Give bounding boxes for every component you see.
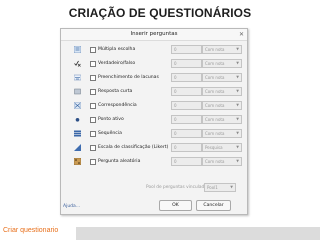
multiple-choice-icon: [74, 46, 81, 53]
count-field[interactable]: 0: [171, 87, 202, 96]
question-row-true-false: Verdadeiro/falso 0 Com nota ▼: [61, 57, 247, 71]
chevron-down-icon: ▼: [236, 61, 239, 65]
scoring-select[interactable]: Com nota ▼: [202, 129, 242, 138]
question-type-label: Correspondência: [98, 103, 137, 108]
checkbox[interactable]: [90, 103, 96, 109]
scoring-select[interactable]: Pesquisa ▼: [202, 143, 242, 152]
question-row-sequence: Sequência 0 Com nota ▼: [61, 127, 247, 141]
question-pool-label: Pool de perguntas vinculado:: [146, 185, 209, 190]
chevron-down-icon: ▼: [236, 145, 239, 149]
chevron-down-icon: ▼: [236, 89, 239, 93]
question-type-label: Ponto ativo: [98, 117, 124, 122]
checkbox[interactable]: [90, 89, 96, 95]
scoring-select[interactable]: Com nota ▼: [202, 157, 242, 166]
question-row-likert: Escala de classificação (Likert) 0 Pesqu…: [61, 141, 247, 155]
count-field[interactable]: 0: [171, 45, 202, 54]
checkbox[interactable]: [90, 159, 96, 165]
question-type-label: Preenchimento de lacunas: [98, 75, 159, 80]
checkbox[interactable]: [90, 75, 96, 81]
checkbox[interactable]: [90, 131, 96, 137]
short-answer-icon: [74, 88, 81, 95]
count-field[interactable]: 0: [171, 115, 202, 124]
checkbox[interactable]: [90, 47, 96, 53]
question-row-random: Pergunta aleatória 0 Com nota ▼: [61, 155, 247, 169]
question-type-label: Múltipla escolha: [98, 47, 136, 52]
scoring-select[interactable]: Com nota ▼: [202, 101, 242, 110]
scoring-select[interactable]: Com nota ▼: [202, 73, 242, 82]
chevron-down-icon: ▼: [236, 117, 239, 121]
question-type-label: Pergunta aleatória: [98, 159, 141, 164]
question-type-label: Escala de classificação (Likert): [98, 145, 169, 150]
ok-button[interactable]: OK: [159, 200, 192, 211]
matching-icon: [74, 102, 81, 109]
chevron-down-icon: ▼: [236, 131, 239, 135]
scoring-select[interactable]: Com nota ▼: [202, 87, 242, 96]
sequence-icon: [74, 130, 81, 137]
bottom-caption: Criar questionario: [3, 227, 59, 234]
chevron-down-icon: ▼: [236, 75, 239, 79]
checkbox[interactable]: [90, 61, 96, 67]
chevron-down-icon: ▼: [236, 47, 239, 51]
help-link[interactable]: Ajuda...: [63, 204, 80, 209]
question-type-label: Sequência: [98, 131, 122, 136]
count-field[interactable]: 0: [171, 59, 202, 68]
chevron-down-icon: ▼: [230, 185, 233, 189]
dialog-title: Inserir perguntas: [61, 29, 247, 41]
scoring-select[interactable]: Com nota ▼: [202, 59, 242, 68]
true-false-icon: [74, 60, 81, 67]
insert-questions-dialog: Inserir perguntas ✕ Múltipla escolha 0 C…: [60, 28, 248, 215]
count-field[interactable]: 0: [171, 129, 202, 138]
random-question-icon: [74, 158, 81, 165]
count-field[interactable]: 0: [171, 101, 202, 110]
question-row-multiple-choice: Múltipla escolha 0 Com nota ▼: [61, 43, 247, 57]
fill-blanks-icon: [74, 74, 81, 81]
scoring-select[interactable]: Com nota ▼: [202, 45, 242, 54]
likert-scale-icon: [74, 144, 81, 151]
bottom-bar: [76, 227, 320, 240]
scoring-select[interactable]: Com nota ▼: [202, 115, 242, 124]
chevron-down-icon: ▼: [236, 159, 239, 163]
question-row-fill-blanks: Preenchimento de lacunas 0 Com nota ▼: [61, 71, 247, 85]
chevron-down-icon: ▼: [236, 103, 239, 107]
count-field[interactable]: 0: [171, 157, 202, 166]
count-field[interactable]: 0: [171, 143, 202, 152]
question-row-matching: Correspondência 0 Com nota ▼: [61, 99, 247, 113]
question-pool-select[interactable]: Pool1 ▼: [204, 183, 236, 192]
slide-title: CRIAÇÃO DE QUESTIONÁRIOS: [68, 6, 252, 20]
count-field[interactable]: 0: [171, 73, 202, 82]
question-type-label: Resposta curta: [98, 89, 133, 94]
checkbox[interactable]: [90, 145, 96, 151]
question-type-label: Verdadeiro/falso: [98, 61, 136, 66]
cancel-button[interactable]: Cancelar: [196, 200, 231, 211]
checkbox[interactable]: [90, 117, 96, 123]
close-icon[interactable]: ✕: [239, 30, 244, 39]
question-row-hotspot: Ponto ativo 0 Com nota ▼: [61, 113, 247, 127]
question-row-short-answer: Resposta curta 0 Com nota ▼: [61, 85, 247, 99]
hotspot-icon: [75, 118, 80, 122]
